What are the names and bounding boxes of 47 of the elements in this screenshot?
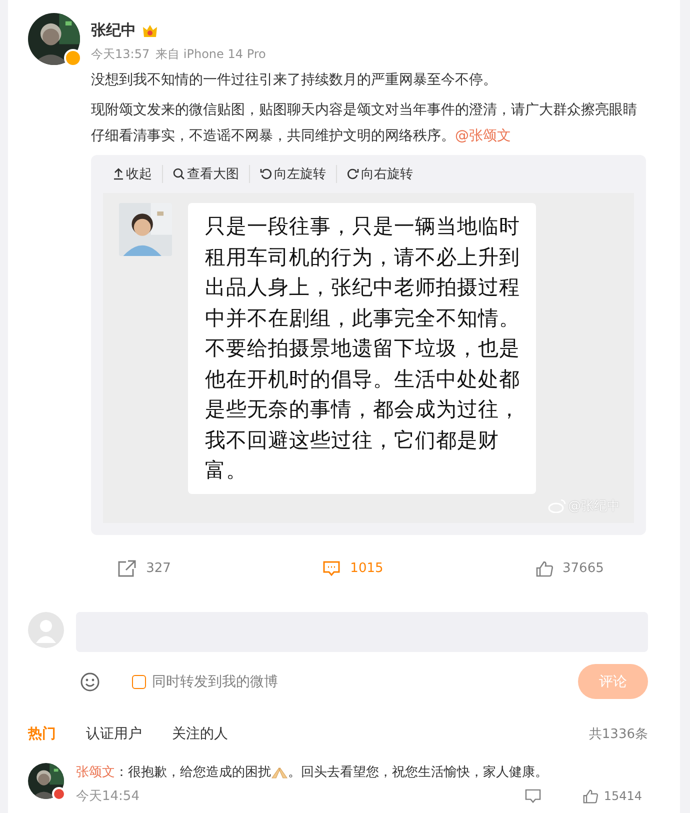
chat-line: 是些无奈的事情，都会成为过往，: [205, 396, 520, 423]
chat-line: 他在开机时的倡导。生活中处处都: [205, 366, 520, 392]
repost-checkbox[interactable]: [132, 674, 146, 688]
chat-line: 只是一段往事，只是一辆当地临时: [205, 213, 520, 240]
image-tool-button[interactable]: 查看大图: [162, 165, 249, 183]
comment-text: ：很抱歉，给您造成的困扰: [115, 764, 271, 781]
rotate-left-icon: [260, 168, 272, 180]
chat-line: 出品人身上，张纪中老师拍摄过程: [205, 274, 520, 301]
commenter-name[interactable]: 张颂文: [76, 763, 115, 781]
comment-filter-tab[interactable]: 热门: [28, 725, 56, 743]
author-name[interactable]: 张纪中: [91, 21, 136, 40]
chat-line: 我不回避这些过往，它们都是财: [205, 426, 500, 454]
rotate-right-icon: [347, 168, 359, 180]
comment-time: 今天14:54: [76, 788, 140, 805]
verified-badge: [64, 49, 82, 67]
comment-count: 共1336条: [588, 726, 648, 743]
chat-line: 不要给拍摄景地遗留下垃圾，也是: [205, 335, 520, 362]
thumbs-up-icon: [536, 560, 552, 576]
arrow-up-icon: [113, 168, 124, 180]
post-text: 没想到我不知情的一件过往引来了持续数月的严重网暴至今不停。: [91, 71, 498, 90]
verified-badge: [52, 787, 66, 801]
share-action[interactable]: 327: [112, 559, 177, 578]
user-avatar-icon: [28, 612, 64, 648]
like-button[interactable]: 15414: [576, 788, 648, 804]
emoji-icon[interactable]: [80, 672, 100, 692]
image-tool-button[interactable]: 向右旋转: [336, 165, 423, 183]
post-time: 今天13:57: [91, 46, 150, 63]
chat-line: 租用车司机的行为，请不必上升到: [205, 244, 520, 270]
chat-line: 富。: [205, 457, 248, 484]
post-source: 来自 iPhone 14 Pro: [156, 46, 266, 63]
thumbs-up-icon: [582, 788, 598, 804]
comment-action[interactable]: 1015: [317, 559, 390, 578]
chat-line: 中并不在剧组，此事完全不知情。: [205, 304, 520, 332]
repost-label: 同时转发到我的微博: [152, 672, 278, 690]
crown-icon: [142, 24, 158, 38]
mention-link[interactable]: @张颂文: [455, 128, 511, 144]
comment-text: 。回头去看望您，祝您生活愉快，家人健康。: [288, 764, 548, 781]
post-text: 现附颂文发来的微信贴图，贴图聊天内容是颂文对当年事件的澄清，请广大群众擦亮眼睛仔细看清事实，不造谣不网暴，共同维护文明的网络秩序。@张颂文: [91, 101, 638, 146]
comment-icon: [524, 788, 541, 804]
image-tool-button[interactable]: 向左旋转: [249, 165, 336, 183]
like-action[interactable]: 37665: [530, 559, 610, 578]
comment-filter-tab[interactable]: 关注的人: [172, 725, 228, 743]
share-icon: [118, 560, 136, 577]
search-icon: [173, 168, 185, 180]
comment-filter-tab[interactable]: 认证用户: [86, 725, 142, 743]
image-tool-button[interactable]: 收起: [113, 165, 162, 183]
comment-icon: [323, 560, 340, 576]
